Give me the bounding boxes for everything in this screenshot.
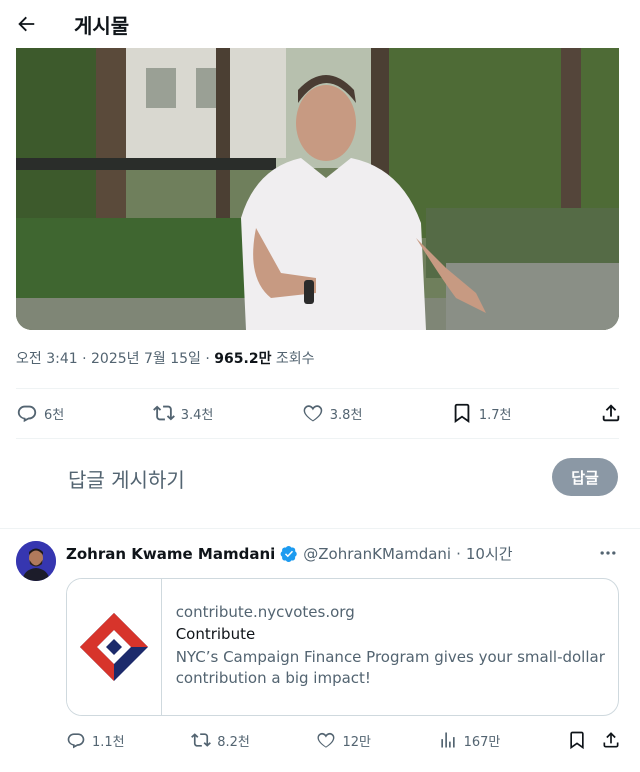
post-action-bar: 6천 3.4천 3.8천 1.7천 bbox=[16, 402, 622, 424]
comment-icon bbox=[17, 405, 37, 423]
tweet-action-bar: 1.1천 8.2천 12만 167만 bbox=[66, 730, 621, 750]
reply-button[interactable]: 6천 bbox=[16, 402, 64, 424]
repost-button[interactable]: 3.4천 bbox=[152, 402, 214, 424]
reply-button[interactable]: 1.1천 bbox=[66, 730, 125, 750]
post-meta: 오전 3:41 · 2025년 7월 15일 · 965.2만 조회수 bbox=[16, 348, 315, 368]
repost-count: 8.2천 bbox=[217, 734, 250, 750]
heart-icon bbox=[303, 405, 323, 422]
repost-count: 3.4천 bbox=[180, 407, 214, 423]
post-video[interactable] bbox=[16, 48, 619, 330]
header-separator: · bbox=[456, 544, 461, 563]
views-button[interactable]: 167만 bbox=[438, 730, 501, 750]
tweet-extra-actions bbox=[567, 730, 621, 750]
divider bbox=[16, 388, 619, 389]
more-icon bbox=[600, 551, 616, 555]
bookmark-button[interactable]: 1.7천 bbox=[451, 402, 512, 424]
arrow-left-icon bbox=[18, 16, 35, 32]
view-count: 167만 bbox=[463, 734, 501, 750]
more-button[interactable] bbox=[596, 541, 620, 565]
page-title: 게시물 bbox=[74, 13, 130, 38]
share-button[interactable] bbox=[601, 730, 621, 750]
tweet-header: Zohran Kwame Mamdani @ZohranKMamdani · 1… bbox=[66, 543, 513, 564]
share-icon bbox=[602, 404, 620, 422]
repost-icon bbox=[152, 405, 175, 421]
reply-submit-button[interactable]: 답글 bbox=[552, 458, 618, 496]
post-time[interactable]: 오전 3:41 bbox=[16, 351, 78, 367]
tweet-time[interactable]: 10시간 bbox=[466, 543, 513, 564]
repost-button[interactable]: 8.2천 bbox=[191, 730, 250, 750]
back-button[interactable] bbox=[6, 4, 46, 44]
reply-count: 6천 bbox=[44, 407, 65, 423]
video-frame bbox=[16, 48, 619, 330]
nycvotes-logo bbox=[79, 613, 148, 681]
like-button[interactable]: 12만 bbox=[316, 730, 371, 750]
comment-icon bbox=[67, 733, 85, 749]
card-domain: contribute.nycvotes.org bbox=[175, 603, 355, 621]
divider bbox=[16, 438, 619, 439]
reply-count: 1.1천 bbox=[92, 734, 125, 750]
view-count: 965.2만 bbox=[214, 351, 272, 367]
card-thumbnail bbox=[67, 579, 162, 715]
bookmark-icon bbox=[570, 731, 584, 750]
bookmark-icon bbox=[454, 403, 470, 423]
bookmark-button[interactable] bbox=[567, 730, 587, 750]
share-icon bbox=[603, 732, 619, 748]
verified-badge-icon bbox=[280, 545, 298, 562]
card-title: Contribute bbox=[175, 625, 256, 643]
meta-separator: · bbox=[77, 351, 92, 367]
bookmark-count: 1.7천 bbox=[478, 407, 512, 423]
card-description: NYC’s Campaign Finance Program gives you… bbox=[175, 648, 605, 687]
heart-icon bbox=[317, 732, 335, 748]
like-count: 3.8천 bbox=[329, 407, 363, 423]
post-date[interactable]: 2025년 7월 15일 bbox=[91, 351, 201, 367]
reply-input[interactable]: 답글 게시하기 bbox=[68, 464, 185, 493]
avatar[interactable] bbox=[16, 541, 56, 581]
link-card[interactable]: contribute.nycvotes.org Contribute NYC’s… bbox=[66, 578, 619, 716]
author-name[interactable]: Zohran Kwame Mamdani bbox=[66, 545, 275, 563]
reply-tweet[interactable]: Zohran Kwame Mamdani @ZohranKMamdani · 1… bbox=[0, 529, 640, 772]
share-button[interactable] bbox=[600, 402, 622, 424]
repost-icon bbox=[191, 733, 212, 747]
meta-separator: · bbox=[200, 351, 215, 367]
like-button[interactable]: 3.8천 bbox=[302, 402, 363, 424]
analytics-icon bbox=[440, 732, 455, 748]
view-count-label: 조회수 bbox=[271, 351, 315, 367]
top-bar: 게시물 bbox=[0, 0, 640, 48]
reply-composer: 답글 게시하기 답글 bbox=[0, 456, 640, 528]
card-body: contribute.nycvotes.org Contribute NYC’s… bbox=[162, 579, 618, 715]
like-count: 12만 bbox=[342, 734, 371, 750]
author-handle[interactable]: @ZohranKMamdani bbox=[303, 545, 451, 563]
avatar-image bbox=[16, 541, 56, 581]
